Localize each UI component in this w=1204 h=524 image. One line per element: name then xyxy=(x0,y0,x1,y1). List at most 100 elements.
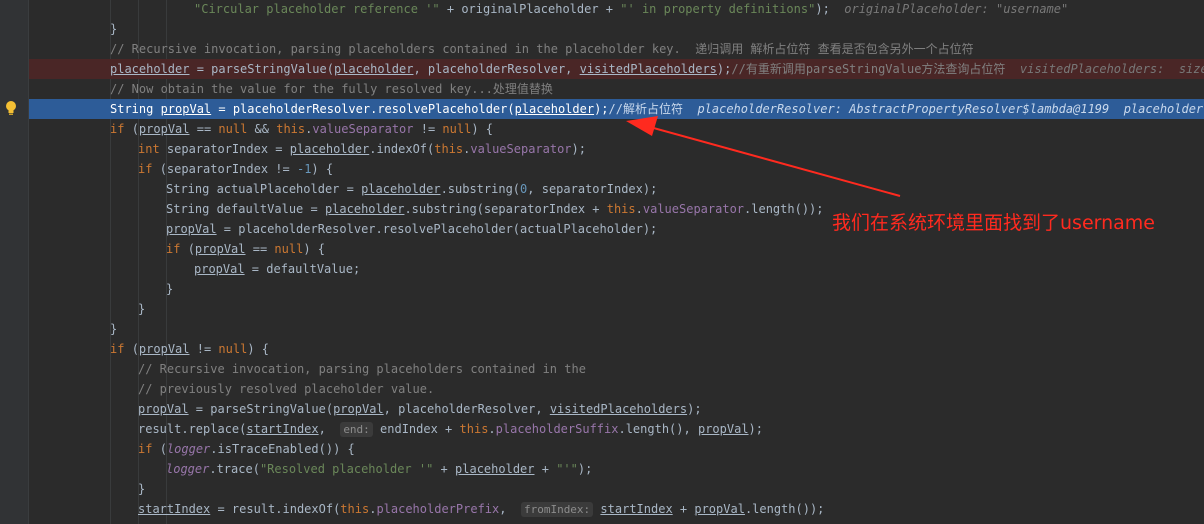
code-token: -1 xyxy=(296,162,312,176)
code-line[interactable]: logger.trace("Resolved placeholder '" + … xyxy=(29,459,1204,479)
code-line[interactable]: if (propVal == null) { xyxy=(29,239,1204,259)
code-token: if xyxy=(110,122,132,136)
code-line[interactable]: } xyxy=(29,299,1204,319)
breakpoint-line[interactable]: placeholder = parseStringValue(placehold… xyxy=(29,59,1204,79)
code-token: //解析占位符 xyxy=(608,102,698,116)
code-line[interactable]: } xyxy=(29,479,1204,499)
code-token: ) { xyxy=(303,242,325,256)
code-token: } xyxy=(110,322,118,336)
code-line[interactable]: // Recursive invocation, parsing placeho… xyxy=(29,39,1204,59)
code-token: placeholder xyxy=(324,202,405,216)
code-token: ); xyxy=(577,462,593,476)
code-token: && xyxy=(247,122,277,136)
code-token: } xyxy=(110,22,118,36)
parameter-hint: fromIndex: xyxy=(520,502,594,517)
code-token: + originalPlaceholder + xyxy=(439,2,621,16)
code-token: , xyxy=(499,502,521,516)
code-token: int xyxy=(138,142,167,156)
code-text: // previously resolved placeholder value… xyxy=(138,379,434,399)
code-token: valueSeparator xyxy=(470,142,572,156)
code-line[interactable]: propVal = defaultValue; xyxy=(29,259,1204,279)
code-text: } xyxy=(138,479,145,499)
code-token: placeholderSuffix xyxy=(495,422,619,436)
code-token: String xyxy=(110,102,161,116)
code-text: logger.trace("Resolved placeholder '" + … xyxy=(166,459,592,479)
code-token: "'" xyxy=(556,462,578,476)
code-text: } xyxy=(110,19,117,39)
code-line[interactable]: if (propVal != null) { xyxy=(29,339,1204,359)
code-token: propVal xyxy=(138,342,190,356)
code-token: = parseStringValue( xyxy=(189,62,334,76)
code-line[interactable]: propVal = parseStringValue(propVal, plac… xyxy=(29,399,1204,419)
code-token: ); xyxy=(815,2,845,16)
debug-value-hint: visitedPlaceholders: size = xyxy=(1019,62,1204,76)
code-line[interactable]: result.replace(startIndex, end: endIndex… xyxy=(29,419,1204,439)
code-text: String defaultValue = placeholder.substr… xyxy=(166,199,824,219)
code-line[interactable]: } xyxy=(29,319,1204,339)
code-token: String actualPlaceholder = xyxy=(166,182,362,196)
code-token: propVal xyxy=(194,262,245,276)
code-text: } xyxy=(138,299,145,319)
code-line[interactable]: String actualPlaceholder = placeholder.s… xyxy=(29,179,1204,199)
code-token: .length()); xyxy=(744,502,825,516)
code-token: , xyxy=(318,422,341,436)
code-text: String actualPlaceholder = placeholder.s… xyxy=(166,179,657,199)
code-token: placeholder xyxy=(110,62,190,76)
code-line[interactable]: int separatorIndex = placeholder.indexOf… xyxy=(29,139,1204,159)
code-text: startIndex = result.indexOf(this.placeho… xyxy=(138,499,824,519)
code-token: placeholder xyxy=(455,462,535,476)
code-token: ( xyxy=(159,442,167,456)
code-text: if (propVal != null) { xyxy=(110,339,269,359)
code-token: , placeholderResolver, xyxy=(383,402,550,416)
code-text: int separatorIndex = placeholder.indexOf… xyxy=(138,139,586,159)
code-token: null xyxy=(218,342,248,356)
code-token: .length()); xyxy=(744,202,824,216)
current-line[interactable]: String propVal = placeholderResolver.res… xyxy=(29,99,1204,119)
code-token: = placeholderResolver.resolvePlaceholder… xyxy=(211,102,515,116)
code-editor[interactable]: "Circular placeholder reference '" + ori… xyxy=(0,0,1204,524)
code-text: "Circular placeholder reference '" + ori… xyxy=(194,0,1068,19)
code-token: placeholderPrefix xyxy=(376,502,500,516)
lightbulb-icon[interactable] xyxy=(4,100,18,116)
code-line[interactable]: // Recursive invocation, parsing placeho… xyxy=(29,359,1204,379)
code-token: . xyxy=(488,422,496,436)
code-line[interactable]: } xyxy=(29,19,1204,39)
code-text: if (logger.isTraceEnabled()) { xyxy=(138,439,355,459)
code-line[interactable]: // previously resolved placeholder value… xyxy=(29,379,1204,399)
code-line[interactable]: startIndex = result.indexOf(this.placeho… xyxy=(29,499,1204,519)
code-token: this xyxy=(340,502,370,516)
code-token: (separatorIndex != xyxy=(159,162,297,176)
code-token: .substring(separatorIndex + xyxy=(404,202,607,216)
code-token: = result.indexOf( xyxy=(210,502,341,516)
code-token: //有重新调用parseStringValue方法查询占位符 xyxy=(731,62,1020,76)
code-text: propVal = defaultValue; xyxy=(194,259,360,279)
code-token: placeholder xyxy=(361,182,441,196)
code-token: , separatorIndex); xyxy=(527,182,658,196)
code-line[interactable]: } xyxy=(29,279,1204,299)
code-text: } xyxy=(110,319,117,339)
code-token: ); xyxy=(687,402,702,416)
code-token: == xyxy=(189,122,219,136)
code-token: "' in property definitions" xyxy=(620,2,816,16)
code-token: null xyxy=(274,242,304,256)
code-token: = placeholderResolver.resolvePlaceholder… xyxy=(216,222,658,236)
code-token: } xyxy=(138,302,146,316)
code-line[interactable]: if (logger.isTraceEnabled()) { xyxy=(29,439,1204,459)
code-text: propVal = placeholderResolver.resolvePla… xyxy=(166,219,657,239)
code-token: startIndex xyxy=(600,502,673,516)
code-line[interactable]: if (propVal == null && this.valueSeparat… xyxy=(29,119,1204,139)
code-token: .trace( xyxy=(209,462,260,476)
code-token: startIndex xyxy=(246,422,319,436)
code-token: propVal xyxy=(333,402,384,416)
code-token: + xyxy=(534,462,557,476)
code-token: logger xyxy=(166,442,211,456)
code-token: if xyxy=(110,342,132,356)
code-text: // Recursive invocation, parsing placeho… xyxy=(138,359,586,379)
code-line[interactable]: // Now obtain the value for the fully re… xyxy=(29,79,1204,99)
code-line[interactable]: if (separatorIndex != -1) { xyxy=(29,159,1204,179)
code-token: propVal xyxy=(138,122,190,136)
code-text: if (propVal == null && this.valueSeparat… xyxy=(110,119,493,139)
code-token: placeholder xyxy=(333,62,414,76)
code-line[interactable]: "Circular placeholder reference '" + ori… xyxy=(29,0,1204,19)
code-token: if xyxy=(138,162,160,176)
